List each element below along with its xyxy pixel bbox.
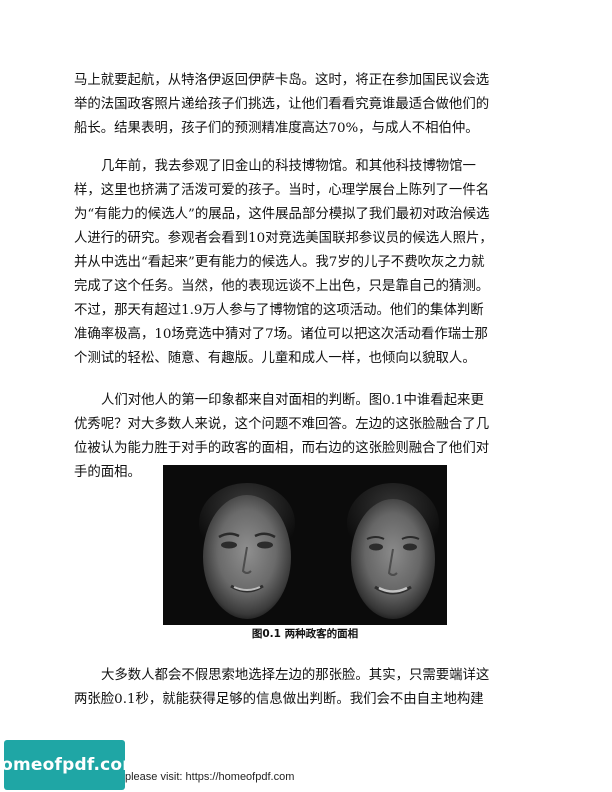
text-line: 不过，那天有超过1.9万人参与了博物馆的这项活动。他们的集体判断 (74, 303, 484, 318)
text-line: 几年前，我去参观了旧金山的科技博物馆。和其他科技博物馆一 (101, 159, 476, 174)
opponent-face-image (347, 483, 439, 619)
badge-label: homeofpdf.com (0, 755, 141, 775)
homeofpdf-badge[interactable]: homeofpdf.com (0, 740, 140, 790)
text-line: 人进行的研究。参观者会看到10对竞选美国联邦参议员的候选人照片， (74, 231, 493, 246)
footer-visit-text: please visit: https://homeofpdf.com (125, 771, 295, 783)
composite-faces-figure (163, 465, 447, 625)
paragraph-4: 大多数人都会不假思索地选择左边的那张脸。其实，只需要端详这 两张脸0.1秒，就能… (74, 664, 540, 712)
paragraph-1: 马上就要起航，从特洛伊返回伊萨卡岛。这时，将正在参加国民议会选 举的法国政客照片… (74, 69, 540, 141)
competent-face-image (199, 483, 295, 619)
text-line: 优秀呢？对大多数人来说，这个问题不难回答。左边的这张脸融合了几 (74, 417, 490, 432)
text-line: 个测试的轻松、随意、有趣版。儿童和成人一样，也倾向以貌取人。 (74, 351, 476, 366)
text-line: 船长。结果表明，孩子们的预测精准度高达70%，与成人不相伯仲。 (74, 121, 479, 136)
paragraph-2: 几年前，我去参观了旧金山的科技博物馆。和其他科技博物馆一 样，这里也挤满了活泼可… (74, 155, 540, 371)
text-line: 位被认为能力胜于对手的政客的面相，而右边的这张脸则融合了他们对 (74, 441, 490, 456)
text-line: 并从中选出“看起来”更有能力的候选人。我7岁的儿子不费吹灰之力就 (74, 255, 485, 270)
text-line: 大多数人都会不假思索地选择左边的那张脸。其实，只需要端详这 (101, 668, 490, 683)
text-line: 样，这里也挤满了活泼可爱的孩子。当时，心理学展台上陈列了一件名 (74, 183, 490, 198)
text-line: 为“有能力的候选人”的展品，这件展品部分模拟了我们最初对政治候选 (74, 207, 490, 222)
document-page: 马上就要起航，从特洛伊返回伊萨卡岛。这时，将正在参加国民议会选 举的法国政客照片… (0, 0, 612, 792)
text-line: 两张脸0.1秒，就能获得足够的信息做出判断。我们会不由自主地构建 (74, 692, 484, 707)
text-line: 准确率极高，10场竞选中猜对了7场。诸位可以把这次活动看作瑞士那 (74, 327, 488, 342)
text-line: 人们对他人的第一印象都来自对面相的判断。图0.1中谁看起来更 (101, 393, 484, 408)
figure-caption: 图0.1 两种政客的面相 (251, 628, 359, 640)
text-line: 完成了这个任务。当然，他的表现远谈不上出色，只是靠自己的猜测。 (74, 279, 490, 294)
text-line: 马上就要起航，从特洛伊返回伊萨卡岛。这时，将正在参加国民议会选 (74, 73, 490, 88)
text-line: 举的法国政客照片递给孩子们挑选，让他们看看究竟谁最适合做他们的 (74, 97, 490, 112)
